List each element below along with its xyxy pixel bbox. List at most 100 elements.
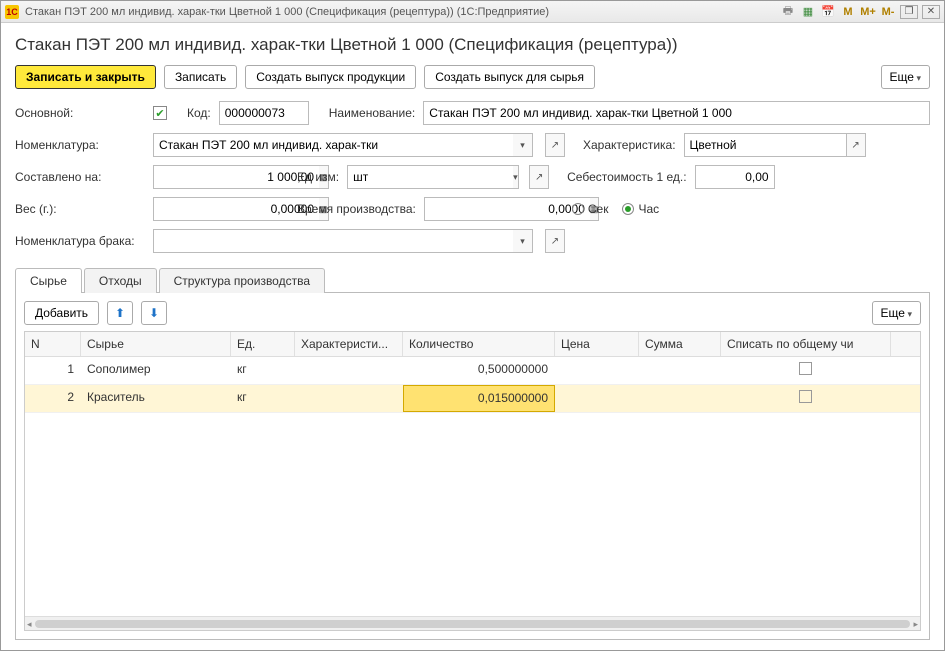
dropdown-icon[interactable]: ▾ [513, 133, 533, 157]
main-checkbox[interactable]: ✔ [153, 106, 167, 120]
calendar-icon[interactable]: 📅 [820, 4, 836, 20]
save-close-button[interactable]: Записать и закрыть [15, 65, 156, 89]
raw-grid: N Сырье Ед. Характеристи... Количество Ц… [24, 331, 921, 631]
checkbox-icon[interactable] [799, 390, 812, 403]
move-up-button[interactable]: ⬆ [107, 301, 133, 325]
cell-price[interactable] [555, 357, 639, 384]
weight-input[interactable] [153, 197, 319, 221]
qty-label: Составлено на: [15, 170, 145, 184]
create-raw-output-button[interactable]: Создать выпуск для сырья [424, 65, 595, 89]
main-label: Основной: [15, 106, 145, 120]
col-n[interactable]: N [25, 332, 81, 356]
time-sec-radio[interactable]: Сек [572, 202, 609, 216]
qty-input[interactable] [153, 165, 319, 189]
weight-label: Вес (г.): [15, 202, 145, 216]
time-hour-radio[interactable]: Час [622, 202, 659, 216]
memory-m-icon[interactable]: M [840, 4, 856, 20]
cell-raw[interactable]: Краситель [81, 385, 231, 412]
open-ref-icon[interactable]: ↗ [846, 133, 866, 157]
cell-price[interactable] [555, 385, 639, 412]
grid-body[interactable]: 1Сополимеркг 0,500000000 2Красителькг 0,015… [25, 357, 920, 616]
dropdown-icon[interactable]: ▾ [513, 229, 533, 253]
checkbox-icon[interactable] [799, 362, 812, 375]
code-label: Код: [187, 106, 211, 120]
scroll-left-icon[interactable]: ◂ [27, 619, 32, 630]
prodtime-input[interactable] [424, 197, 590, 221]
qty-field[interactable]: ▦ [153, 165, 273, 189]
cell-char[interactable] [295, 385, 403, 412]
panel-more-button[interactable]: Еще [872, 301, 921, 325]
col-unit[interactable]: Ед. [231, 332, 295, 356]
cost-input[interactable] [695, 165, 775, 189]
print-icon[interactable]: 🖶 [780, 4, 796, 20]
col-raw[interactable]: Сырье [81, 332, 231, 356]
calc-icon[interactable]: ▦ [800, 4, 816, 20]
tab-raw[interactable]: Сырье [15, 268, 82, 293]
col-sum[interactable]: Сумма [639, 332, 721, 356]
cell-qty[interactable]: 0,015000000 [403, 385, 555, 412]
tabpanel-raw: Добавить ⬆ ⬇ Еще N Сырье Ед. Характерист… [15, 293, 930, 640]
open-ref-icon[interactable]: ↗ [545, 229, 565, 253]
tabs: Сырье Отходы Структура производства [15, 267, 930, 293]
prodtime-label: Время производства: [297, 202, 416, 216]
char-input[interactable] [684, 133, 850, 157]
prodtime-field[interactable]: ▦ [424, 197, 554, 221]
add-row-button[interactable]: Добавить [24, 301, 99, 325]
radio-icon [622, 203, 634, 215]
grid-hscrollbar[interactable]: ◂ ▸ [25, 616, 920, 630]
save-button[interactable]: Записать [164, 65, 237, 89]
main-toolbar: Записать и закрыть Записать Создать выпу… [15, 65, 930, 89]
tab-waste[interactable]: Отходы [84, 268, 157, 293]
time-hour-label: Час [638, 202, 659, 216]
code-input[interactable] [219, 101, 309, 125]
table-row[interactable]: 1Сополимеркг 0,500000000 [25, 357, 920, 385]
app-logo: 1С [5, 5, 19, 19]
char-combo[interactable]: ▾ [684, 133, 834, 157]
scrap-input[interactable] [153, 229, 513, 253]
nomen-combo[interactable]: ▾ [153, 133, 533, 157]
scrap-label: Номенклатура брака: [15, 234, 145, 248]
col-char[interactable]: Характеристи... [295, 332, 403, 356]
col-qty[interactable]: Количество [403, 332, 555, 356]
cell-n[interactable]: 1 [25, 357, 81, 384]
cell-sum[interactable] [639, 385, 721, 412]
unit-input[interactable] [347, 165, 513, 189]
more-button[interactable]: Еще [881, 65, 930, 89]
cell-unit[interactable]: кг [231, 385, 295, 412]
name-input[interactable] [423, 101, 930, 125]
grid-header: N Сырье Ед. Характеристи... Количество Ц… [25, 332, 920, 357]
table-row[interactable]: 2Красителькг 0,015000000 [25, 385, 920, 413]
cell-unit[interactable]: кг [231, 357, 295, 384]
create-output-button[interactable]: Создать выпуск продукции [245, 65, 416, 89]
cell-char[interactable] [295, 357, 403, 384]
col-price[interactable]: Цена [555, 332, 639, 356]
cost-label: Себестоимость 1 ед.: [567, 170, 686, 184]
cell-raw[interactable]: Сополимер [81, 357, 231, 384]
cell-n[interactable]: 2 [25, 385, 81, 412]
unit-combo[interactable]: ▾ [347, 165, 517, 189]
window-title: Стакан ПЭТ 200 мл индивид. харак-тки Цве… [25, 6, 780, 18]
tab-structure[interactable]: Структура производства [159, 268, 325, 293]
scrap-combo[interactable]: ▾ [153, 229, 533, 253]
open-ref-icon[interactable]: ↗ [529, 165, 549, 189]
radio-icon [572, 203, 584, 215]
window-restore-icon[interactable]: ❐ [900, 5, 918, 19]
nomen-input[interactable] [153, 133, 513, 157]
cell-writeoff[interactable] [721, 385, 891, 412]
scroll-right-icon[interactable]: ▸ [913, 619, 918, 630]
memory-mminus-icon[interactable]: M- [880, 4, 896, 20]
cell-qty[interactable]: 0,500000000 [403, 357, 555, 384]
cell-sum[interactable] [639, 357, 721, 384]
nomen-label: Номенклатура: [15, 138, 145, 152]
col-writeoff[interactable]: Списать по общему чи [721, 332, 891, 356]
weight-field[interactable]: ▦ [153, 197, 273, 221]
scroll-thumb[interactable] [35, 620, 910, 628]
open-ref-icon[interactable]: ↗ [545, 133, 565, 157]
window-close-icon[interactable]: ✕ [922, 5, 940, 19]
page-title: Стакан ПЭТ 200 мл индивид. харак-тки Цве… [15, 35, 930, 55]
dropdown-icon[interactable]: ▾ [513, 165, 519, 189]
memory-mplus-icon[interactable]: M+ [860, 4, 876, 20]
move-down-button[interactable]: ⬇ [141, 301, 167, 325]
time-sec-label: Сек [588, 202, 609, 216]
cell-writeoff[interactable] [721, 357, 891, 384]
